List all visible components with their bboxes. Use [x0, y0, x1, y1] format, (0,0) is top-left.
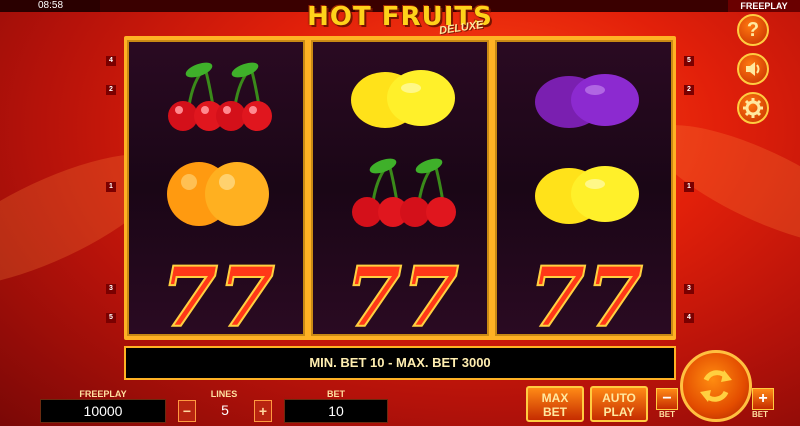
reel-3: 77: [495, 40, 673, 336]
reel-2: 77: [311, 40, 489, 336]
bet-plus-button[interactable]: +: [752, 388, 774, 410]
payline-number: 2: [106, 85, 116, 95]
cherries-symbol: [352, 158, 456, 227]
lemon-symbol: [535, 166, 639, 224]
seven-symbol: 77: [344, 252, 460, 332]
speaker-icon: [746, 62, 760, 76]
sound-button[interactable]: [737, 53, 769, 85]
spin-arrows-icon: [700, 370, 732, 402]
bet-minus-label: BET: [659, 410, 675, 419]
bet-plus-label: BET: [752, 410, 768, 419]
svg-text:77: 77: [161, 252, 275, 332]
bet-label: BET: [327, 389, 345, 399]
seven-symbol: 77: [160, 252, 276, 332]
payline-number: 1: [106, 182, 116, 192]
reel-frame: 77 77 77: [124, 36, 676, 340]
freeplay-label: FREEPLAY: [79, 389, 127, 399]
auto-play-label-1: AUTO: [602, 391, 636, 405]
bet-minus-button[interactable]: −: [656, 388, 678, 410]
lemon-symbol: [351, 70, 455, 128]
orange-symbol: [167, 162, 269, 226]
mode-indicator: FREEPLAY: [728, 0, 800, 12]
max-bet-label-2: BET: [543, 405, 567, 419]
payline-number: 2: [684, 85, 694, 95]
reel-1: 77: [127, 40, 305, 336]
lines-value: 5: [221, 402, 229, 418]
lines-minus-button[interactable]: −: [178, 400, 196, 422]
bet-value: 10: [284, 399, 388, 423]
max-bet-button[interactable]: MAX BET: [526, 386, 584, 422]
cherries-symbol: [168, 62, 272, 131]
settings-button[interactable]: [737, 92, 769, 124]
payline-number: 4: [684, 313, 694, 323]
payline-number: 3: [684, 284, 694, 294]
game-logo: HOT FRUITS DELUXE: [300, 2, 500, 38]
lines-plus-button[interactable]: +: [254, 400, 272, 422]
svg-text:77: 77: [345, 252, 459, 332]
plum-symbol: [535, 74, 639, 128]
help-button[interactable]: ?: [737, 14, 769, 46]
lines-label: LINES: [210, 389, 238, 399]
gear-icon: [743, 98, 763, 118]
auto-play-label-2: PLAY: [603, 405, 635, 419]
svg-text:77: 77: [529, 252, 643, 332]
clock: 08:58: [0, 0, 100, 12]
seven-symbol: 77: [528, 252, 644, 332]
payline-number: 4: [106, 56, 116, 66]
payline-number: 3: [106, 284, 116, 294]
payline-number: 5: [106, 313, 116, 323]
question-icon: ?: [746, 18, 760, 41]
payline-number: 1: [684, 182, 694, 192]
auto-play-button[interactable]: AUTO PLAY: [590, 386, 648, 422]
payline-number: 5: [684, 56, 694, 66]
freeplay-balance: 10000: [40, 399, 166, 423]
max-bet-label-1: MAX: [541, 391, 569, 405]
spin-button[interactable]: [680, 350, 752, 422]
bet-limits-message: MIN. BET 10 - MAX. BET 3000: [124, 346, 676, 380]
